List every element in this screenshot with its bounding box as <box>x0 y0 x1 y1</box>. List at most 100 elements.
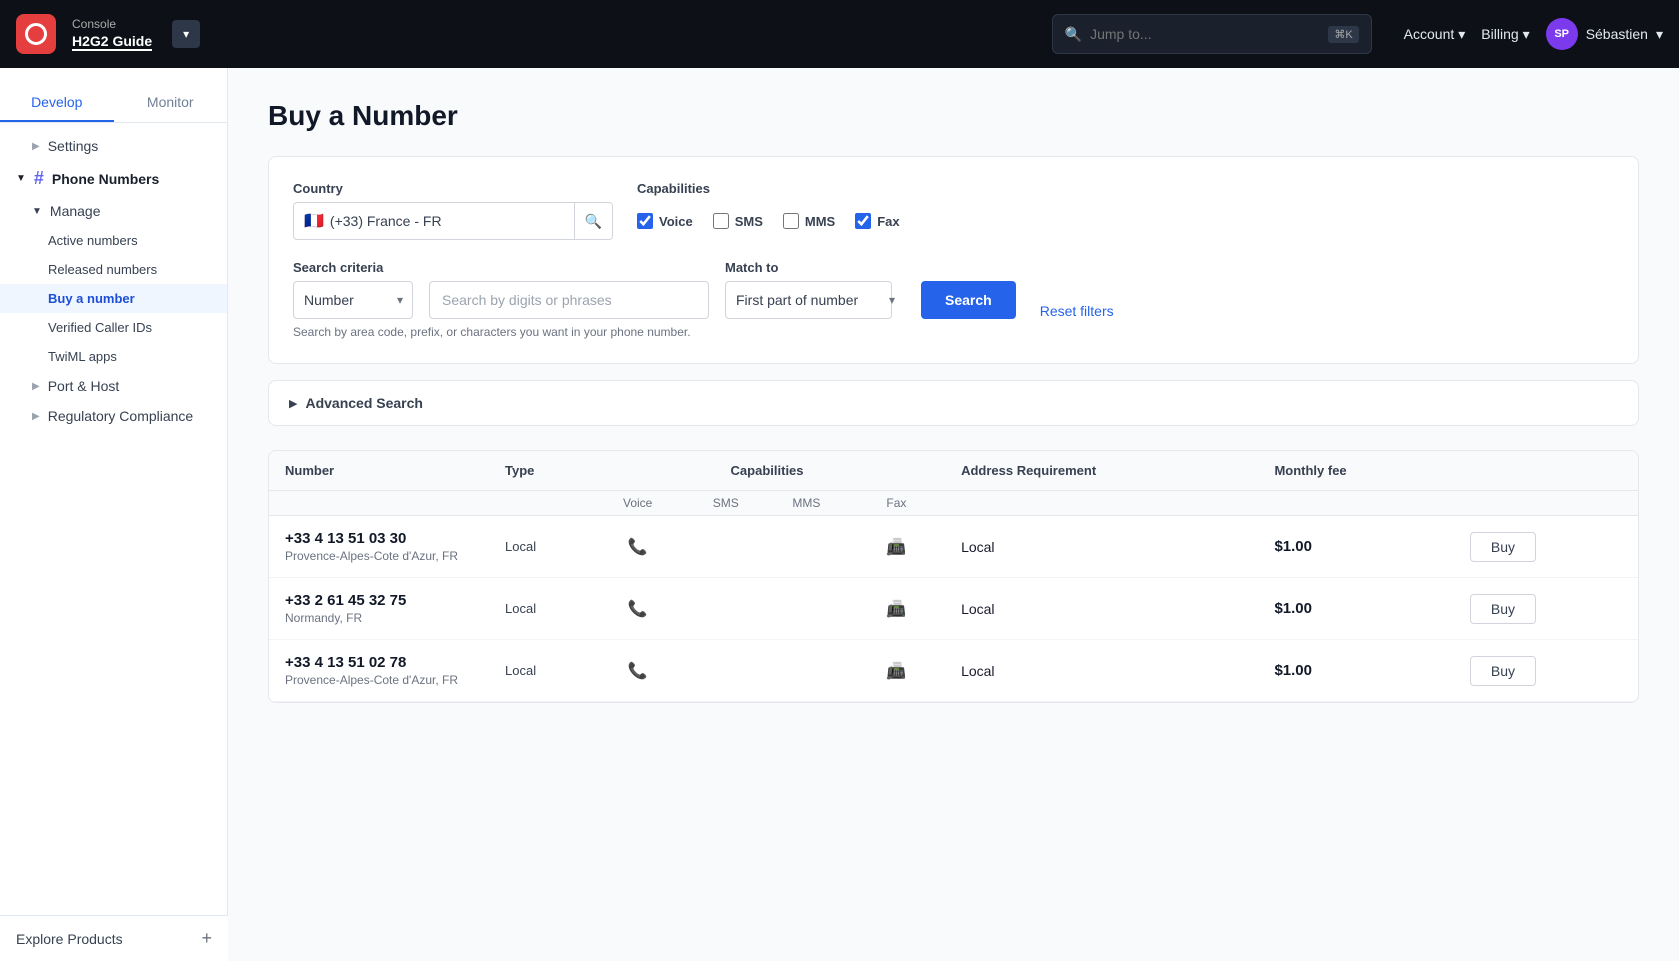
sms-checkbox[interactable] <box>713 213 729 229</box>
table-header-row: Number Type Capabilities Address Require… <box>269 451 1638 491</box>
sidebar-item-settings[interactable]: ▶ Settings <box>0 131 227 161</box>
advanced-search-label: Advanced Search <box>305 395 423 411</box>
advanced-search-section[interactable]: ▶ Advanced Search <box>268 380 1639 426</box>
th-sub-mms: MMS <box>765 491 848 516</box>
cell-sms <box>686 516 765 578</box>
sidebar-item-regulatory-compliance[interactable]: ▶ Regulatory Compliance <box>0 401 227 431</box>
match-select[interactable]: First part of number Any part of number … <box>725 281 892 319</box>
th-sub-sms: SMS <box>686 491 765 516</box>
account-menu[interactable]: Account ▾ <box>1404 26 1466 43</box>
billing-menu[interactable]: Billing ▾ <box>1481 26 1529 43</box>
topnav-right: Account ▾ Billing ▾ SP Sébastien ▾ <box>1404 18 1663 50</box>
project-name[interactable]: H2G2 Guide <box>72 33 152 51</box>
cell-address: Local <box>945 640 1258 702</box>
flag-icon: 🇫🇷 <box>294 211 324 231</box>
avatar: SP <box>1546 18 1578 50</box>
project-switcher-button[interactable]: ▾ <box>172 20 200 48</box>
cap-voice-check[interactable]: Voice <box>637 213 693 229</box>
table-row: +33 2 61 45 32 75 Normandy, FR Local 📞 📠… <box>269 578 1638 640</box>
cell-action: Buy <box>1454 578 1638 640</box>
sidebar-item-active-numbers[interactable]: Active numbers <box>0 226 227 255</box>
cell-address: Local <box>945 578 1258 640</box>
global-search[interactable]: 🔍 ⌘K <box>1052 14 1372 54</box>
sidebar-item-port-host[interactable]: ▶ Port & Host <box>0 371 227 401</box>
match-select-wrap[interactable]: First part of number Any part of number … <box>725 281 905 319</box>
country-input-wrap[interactable]: 🇫🇷 🔍 <box>293 202 613 240</box>
explore-products[interactable]: Explore Products <box>16 931 123 947</box>
search-input-group <box>429 281 709 319</box>
cell-mms <box>765 578 848 640</box>
cap-fax-check[interactable]: Fax <box>855 213 899 229</box>
cap-mms-check[interactable]: MMS <box>783 213 835 229</box>
match-to-label: Match to <box>725 260 905 275</box>
tab-monitor[interactable]: Monitor <box>114 84 228 122</box>
sidebar-item-phone-numbers[interactable]: ▼ # Phone Numbers <box>0 161 227 196</box>
main-content: Buy a Number Country 🇫🇷 🔍 <box>228 68 1679 961</box>
th-fee: Monthly fee <box>1258 451 1453 491</box>
country-label: Country <box>293 181 613 196</box>
search-button[interactable]: Search <box>921 281 1016 319</box>
mms-checkbox[interactable] <box>783 213 799 229</box>
criteria-section: Search criteria Number Match to <box>293 260 1614 339</box>
sidebar-footer: Explore Products + <box>0 915 228 961</box>
reset-filters-button[interactable]: Reset filters <box>1032 303 1122 319</box>
fax-checkbox[interactable] <box>855 213 871 229</box>
cell-number: +33 2 61 45 32 75 Normandy, FR <box>269 578 489 640</box>
buy-button[interactable]: Buy <box>1470 594 1536 624</box>
page-title: Buy a Number <box>268 100 1639 132</box>
cell-action: Buy <box>1454 640 1638 702</box>
criteria-select-wrap[interactable]: Number <box>293 281 413 319</box>
chevron-right-icon-port: ▶ <box>32 381 40 392</box>
th-action <box>1454 451 1638 491</box>
table-body: +33 4 13 51 03 30 Provence-Alpes-Cote d'… <box>269 516 1638 702</box>
add-icon[interactable]: + <box>201 928 212 949</box>
voice-checkbox[interactable] <box>637 213 653 229</box>
cell-number: +33 4 13 51 02 78 Provence-Alpes-Cote d'… <box>269 640 489 702</box>
app-logo <box>16 14 56 54</box>
user-chevron-icon: ▾ <box>1656 26 1663 43</box>
th-sub-voice: Voice <box>589 491 686 516</box>
match-to-group: Match to First part of number Any part o… <box>725 260 905 319</box>
search-input[interactable] <box>429 281 709 319</box>
numbers-table: Number Type Capabilities Address Require… <box>269 451 1638 702</box>
country-search-button[interactable]: 🔍 <box>574 203 612 239</box>
cell-voice: 📞 <box>589 516 686 578</box>
user-name: Sébastien <box>1586 26 1648 42</box>
global-search-input[interactable] <box>1090 26 1320 42</box>
capabilities-row: Voice SMS MMS Fax <box>637 202 900 240</box>
search-icon: 🔍 <box>585 213 602 230</box>
buy-button[interactable]: Buy <box>1470 532 1536 562</box>
search-form: Country 🇫🇷 🔍 Capabilities <box>268 156 1639 364</box>
table-subheader-row: Voice SMS MMS Fax <box>269 491 1638 516</box>
cell-type: Local <box>489 516 589 578</box>
chevron-down-icon: ▼ <box>16 173 26 184</box>
criteria-select[interactable]: Number <box>293 281 413 319</box>
sidebar-item-verified-caller-ids[interactable]: Verified Caller IDs <box>0 313 227 342</box>
chevron-right-icon-reg: ▶ <box>32 411 40 422</box>
chevron-down-icon-manage: ▼ <box>32 206 42 217</box>
cell-sms <box>686 640 765 702</box>
sidebar-item-released-numbers[interactable]: Released numbers <box>0 255 227 284</box>
search-icon: 🔍 <box>1065 26 1082 43</box>
sidebar-item-manage[interactable]: ▼ Manage <box>0 196 227 226</box>
country-group: Country 🇫🇷 🔍 <box>293 181 613 240</box>
chevron-right-icon: ▶ <box>32 141 40 152</box>
cell-sms <box>686 578 765 640</box>
tab-develop[interactable]: Develop <box>0 84 114 122</box>
user-menu[interactable]: SP Sébastien ▾ <box>1546 18 1663 50</box>
sidebar-item-buy-number[interactable]: Buy a number <box>0 284 227 313</box>
console-label: Console <box>72 17 152 31</box>
results-table: Number Type Capabilities Address Require… <box>268 450 1639 703</box>
search-criteria-group: Search criteria Number <box>293 260 413 319</box>
buy-button[interactable]: Buy <box>1470 656 1536 686</box>
cap-sms-check[interactable]: SMS <box>713 213 763 229</box>
cell-fee: $1.00 <box>1258 640 1453 702</box>
th-sub-fax: Fax <box>848 491 945 516</box>
billing-chevron-icon: ▾ <box>1523 26 1530 43</box>
sidebar-item-twiml-apps[interactable]: TwiML apps <box>0 342 227 371</box>
cell-fax: 📠 <box>848 578 945 640</box>
search-hint: Search by area code, prefix, or characte… <box>293 325 1614 339</box>
topnav: Console H2G2 Guide ▾ 🔍 ⌘K Account ▾ Bill… <box>0 0 1679 68</box>
cell-mms <box>765 640 848 702</box>
country-input[interactable] <box>324 203 574 239</box>
